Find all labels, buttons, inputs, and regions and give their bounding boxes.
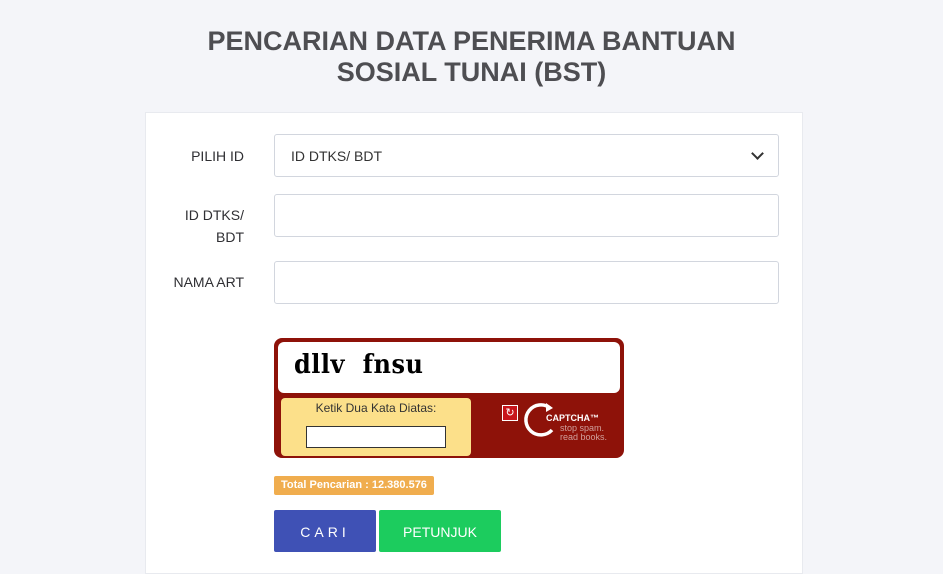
captcha-brand-name: CAPTCHA™ (546, 413, 599, 423)
pilih-id-label: PILIH ID (191, 148, 244, 164)
id-dtks-input[interactable] (274, 194, 779, 237)
nama-art-input[interactable] (274, 261, 779, 304)
captcha-tagline: stop spam. read books. (560, 424, 630, 442)
pilih-id-select[interactable]: ID DTKS/ BDT (274, 134, 779, 177)
page-title-line1: PENCARIAN DATA PENERIMA BANTUAN (207, 26, 736, 56)
captcha-challenge-image: dllv fnsu (278, 342, 620, 393)
page-title: PENCARIAN DATA PENERIMA BANTUAN SOSIAL T… (0, 26, 943, 88)
instructions-button[interactable]: PETUNJUK (379, 510, 501, 552)
total-search-badge: Total Pencarian : 12.380.576 (274, 476, 434, 495)
captcha-challenge-words: dllv fnsu (294, 347, 424, 380)
pilih-id-selected-value: ID DTKS/ BDT (291, 147, 383, 164)
search-button[interactable]: CARI (274, 510, 376, 552)
refresh-icon: ↻ (505, 407, 515, 419)
captcha-entry-panel: Ketik Dua Kata Diatas: (281, 398, 471, 456)
id-dtks-label-line2: BDT (216, 229, 244, 245)
chevron-down-icon (751, 147, 764, 160)
captcha-refresh-button[interactable]: ↻ (502, 405, 518, 421)
nama-art-label: NAMA ART (173, 274, 244, 290)
captcha-instruction: Ketik Dua Kata Diatas: (315, 401, 437, 415)
search-form-card: PILIH ID ID DTKS/ BDT ID DTKS/ BDT NAMA … (145, 112, 803, 574)
captcha-branding: ↻ CAPTCHA™ stop spam. read books. (502, 400, 620, 444)
page-title-line2: SOSIAL TUNAI (BST) (336, 57, 607, 87)
captcha-widget: dllv fnsu Ketik Dua Kata Diatas: ↻ CAPTC… (274, 338, 624, 458)
id-dtks-label-line1: ID DTKS/ (184, 207, 244, 223)
captcha-response-input[interactable] (306, 426, 446, 448)
captcha-tagline-line2: read books. (560, 432, 608, 442)
id-dtks-label: ID DTKS/ BDT (146, 204, 244, 248)
